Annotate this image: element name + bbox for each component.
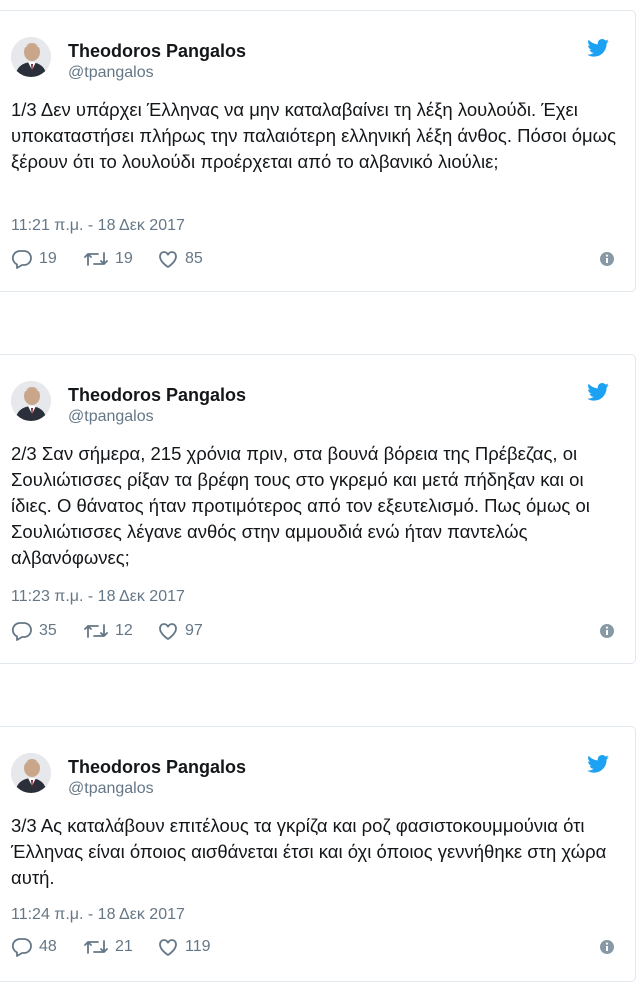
tweet-timestamp[interactable]: 11:24 π.μ. - 18 Δεκ 2017: [11, 905, 185, 925]
avatar[interactable]: [11, 37, 51, 77]
reply-button[interactable]: 48: [11, 937, 57, 957]
retweet-button[interactable]: 19: [83, 249, 133, 269]
tweet-text: 3/3 Ας καταλάβουν επιτέλους τα γκρίζα κα…: [11, 815, 607, 888]
tweet-timestamp[interactable]: 11:21 π.μ. - 18 Δεκ 2017: [11, 216, 185, 236]
reply-icon: [11, 622, 32, 641]
tweet-card: Theodoros Pangalos @tpangalos 3/3 Ας κατ…: [0, 726, 636, 982]
author-handle[interactable]: @tpangalos: [68, 407, 154, 427]
tweet-header: Theodoros Pangalos @tpangalos: [0, 11, 635, 81]
tweet-timestamp[interactable]: 11:23 π.μ. - 18 Δεκ 2017: [11, 587, 185, 607]
author-name[interactable]: Theodoros Pangalos: [68, 40, 246, 62]
retweet-icon: [84, 624, 108, 638]
like-count: 85: [185, 250, 203, 267]
retweet-button[interactable]: 12: [83, 621, 133, 641]
like-button[interactable]: 97: [157, 621, 203, 641]
info-icon[interactable]: [599, 251, 615, 267]
reply-button[interactable]: 19: [11, 249, 57, 269]
retweet-count: 12: [115, 622, 133, 639]
retweet-button[interactable]: 21: [83, 937, 133, 957]
tweet-text: 1/3 Δεν υπάρχει Έλληνας να μην καταλαβαί…: [11, 99, 617, 172]
tweet-actions: 48 21 119: [11, 937, 615, 961]
tweet-text: 2/3 Σαν σήμερα, 215 χρόνια πριν, στα βου…: [11, 443, 590, 568]
info-icon[interactable]: [599, 623, 615, 639]
tweet-header: Theodoros Pangalos @tpangalos: [0, 727, 635, 797]
twitter-bird-icon[interactable]: [587, 39, 609, 57]
like-button[interactable]: 85: [157, 249, 203, 269]
tweet-card: Theodoros Pangalos @tpangalos 1/3 Δεν υπ…: [0, 10, 636, 292]
retweet-count: 19: [115, 250, 133, 267]
heart-icon: [159, 623, 177, 640]
reply-button[interactable]: 35: [11, 621, 57, 641]
info-icon[interactable]: [599, 939, 615, 955]
avatar[interactable]: [11, 381, 51, 421]
retweet-icon: [84, 252, 108, 266]
reply-count: 35: [39, 622, 57, 639]
author-handle[interactable]: @tpangalos: [68, 779, 154, 799]
twitter-bird-icon[interactable]: [587, 755, 609, 773]
retweet-icon: [84, 940, 108, 954]
heart-icon: [159, 939, 177, 956]
reply-icon: [11, 250, 32, 269]
tweet-actions: 19 19 85: [11, 249, 615, 273]
author-handle[interactable]: @tpangalos: [68, 63, 154, 83]
reply-count: 19: [39, 250, 57, 267]
retweet-count: 21: [115, 938, 133, 955]
like-count: 97: [185, 622, 203, 639]
tweet-card: Theodoros Pangalos @tpangalos 2/3 Σαν σή…: [0, 354, 636, 664]
avatar[interactable]: [11, 753, 51, 793]
author-name[interactable]: Theodoros Pangalos: [68, 756, 246, 778]
author-name[interactable]: Theodoros Pangalos: [68, 384, 246, 406]
tweet-actions: 35 12 97: [11, 621, 615, 645]
like-button[interactable]: 119: [157, 937, 211, 957]
reply-icon: [11, 938, 32, 957]
reply-count: 48: [39, 938, 57, 955]
tweet-header: Theodoros Pangalos @tpangalos: [0, 355, 635, 425]
heart-icon: [159, 251, 177, 268]
like-count: 119: [185, 938, 211, 955]
twitter-bird-icon[interactable]: [587, 383, 609, 401]
